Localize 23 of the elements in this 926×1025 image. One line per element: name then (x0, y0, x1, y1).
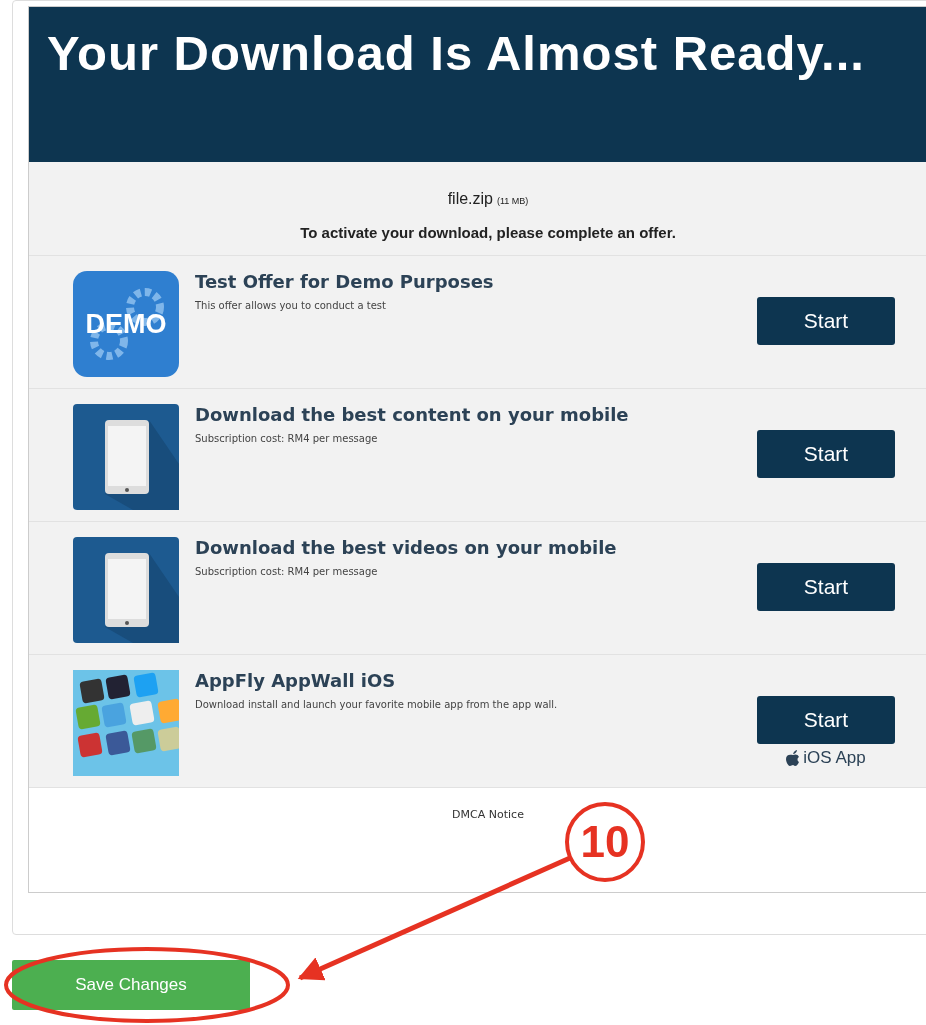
dmca-link[interactable]: DMCA Notice (452, 808, 524, 821)
offer-description: Download install and launch your favorite mobile app from the app wall. (195, 699, 559, 710)
instruction-text: To activate your download, please complete an offer. (300, 224, 676, 241)
smartphone-icon (73, 537, 179, 643)
offer-title: Download the best content on your mobile (195, 404, 630, 425)
start-button[interactable]: Start (757, 297, 895, 345)
offer-description: Subscription cost: RM4 per message (195, 566, 379, 577)
gears-icon (87, 285, 165, 363)
start-button[interactable]: Start (757, 563, 895, 611)
start-button[interactable]: Start (757, 696, 895, 744)
page-title: Your Download Is Almost Ready... (47, 25, 865, 81)
tile-label: DEMO (85, 308, 167, 340)
offer-description: Subscription cost: RM4 per message (195, 433, 379, 444)
app-grid-icon (73, 670, 179, 776)
file-info: file.zip (11 MB) (447, 190, 529, 208)
start-button[interactable]: Start (757, 430, 895, 478)
platform-text: iOS App (803, 748, 866, 768)
offer-description: This offer allows you to conduct a test (195, 300, 387, 311)
apple-icon (786, 750, 801, 766)
smartphone-icon (73, 404, 179, 510)
offer-title: AppFly AppWall iOS (195, 670, 397, 691)
offer-title: Download the best videos on your mobile (195, 537, 618, 558)
offer-title: Test Offer for Demo Purposes (195, 271, 495, 292)
